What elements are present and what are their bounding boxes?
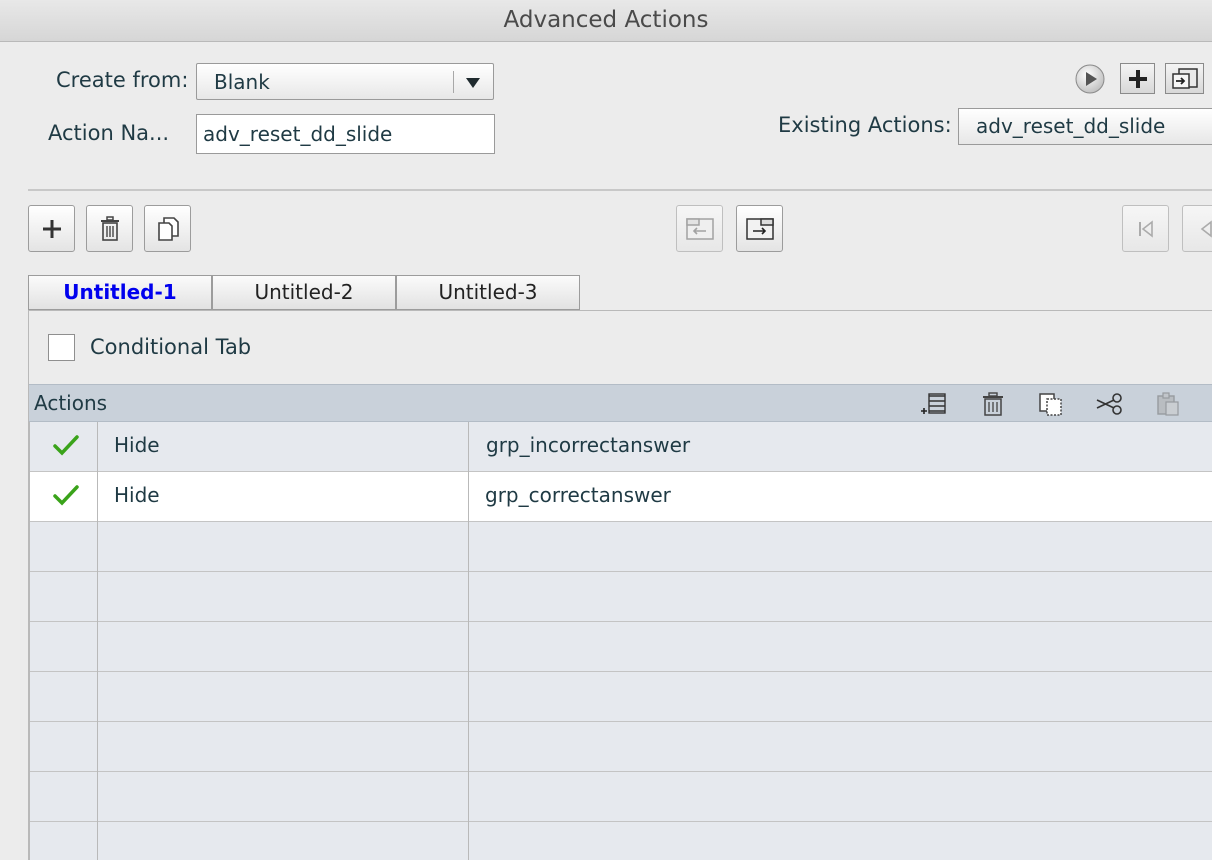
tab-untitled-1[interactable]: Untitled-1 bbox=[28, 275, 212, 310]
skip-first-icon bbox=[1138, 219, 1153, 238]
checkmark-icon bbox=[53, 435, 79, 456]
previous-tab-button[interactable] bbox=[1182, 205, 1212, 252]
delete-tab-button[interactable] bbox=[86, 205, 133, 252]
preview-button[interactable] bbox=[1074, 63, 1106, 95]
scissors-icon[interactable] bbox=[1095, 390, 1123, 418]
copy-icon[interactable] bbox=[1037, 390, 1065, 418]
existing-actions-dropdown[interactable]: adv_reset_dd_slide bbox=[958, 108, 1212, 145]
duplicate-icon bbox=[157, 216, 179, 241]
chevron-down-icon bbox=[466, 78, 480, 88]
conditional-tab-label: Conditional Tab bbox=[90, 335, 252, 359]
duplicate-tab-button[interactable] bbox=[144, 205, 191, 252]
actions-header-title: Actions bbox=[34, 391, 108, 415]
move-tab-left-button[interactable] bbox=[676, 205, 723, 252]
tab-untitled-2[interactable]: Untitled-2 bbox=[212, 275, 396, 310]
section-divider bbox=[28, 189, 1212, 191]
plus-icon bbox=[42, 219, 61, 238]
move-right-icon bbox=[745, 217, 774, 240]
target-cell: grp_correctanswer bbox=[485, 483, 671, 507]
first-tab-button[interactable] bbox=[1122, 205, 1169, 252]
import-icon bbox=[1171, 67, 1198, 89]
actions-header: Actions bbox=[29, 384, 1212, 422]
empty-row[interactable] bbox=[29, 722, 1212, 772]
paste-icon[interactable] bbox=[1153, 390, 1181, 418]
conditional-tab-checkbox[interactable] bbox=[48, 334, 75, 361]
window-title: Advanced Actions bbox=[0, 0, 1212, 42]
grid-column-divider bbox=[97, 422, 98, 860]
checkmark-icon bbox=[53, 485, 79, 506]
action-cell: Hide bbox=[114, 433, 160, 457]
table-row[interactable]: Hide grp_correctanswer bbox=[29, 472, 1212, 522]
empty-row[interactable] bbox=[29, 572, 1212, 622]
chevron-left-icon bbox=[1200, 219, 1212, 238]
empty-row[interactable] bbox=[29, 772, 1212, 822]
empty-row[interactable] bbox=[29, 822, 1212, 860]
action-name-label: Action Na... bbox=[48, 121, 170, 145]
dropdown-separator bbox=[453, 71, 454, 93]
add-tab-button[interactable] bbox=[28, 205, 75, 252]
existing-actions-value: adv_reset_dd_slide bbox=[976, 114, 1166, 138]
insert-row-icon[interactable] bbox=[919, 390, 947, 418]
grid-column-divider bbox=[468, 422, 469, 860]
actions-grid: Hide grp_incorrectanswer Hide grp_correc… bbox=[29, 422, 1212, 860]
empty-row[interactable] bbox=[29, 672, 1212, 722]
plus-icon bbox=[1128, 69, 1147, 88]
play-icon bbox=[1075, 64, 1105, 94]
create-from-dropdown[interactable]: Blank bbox=[196, 63, 494, 100]
target-cell: grp_incorrectanswer bbox=[486, 433, 691, 457]
move-left-icon bbox=[685, 217, 714, 240]
add-action-button[interactable] bbox=[1120, 63, 1155, 94]
create-from-value: Blank bbox=[214, 70, 270, 94]
create-from-label: Create from: bbox=[56, 68, 189, 92]
tab-untitled-3[interactable]: Untitled-3 bbox=[396, 275, 580, 310]
empty-row[interactable] bbox=[29, 522, 1212, 572]
trash-icon bbox=[100, 215, 119, 241]
move-tab-right-button[interactable] bbox=[736, 205, 783, 252]
existing-actions-label: Existing Actions: bbox=[778, 113, 952, 137]
action-cell: Hide bbox=[114, 483, 160, 507]
trash-icon[interactable] bbox=[979, 390, 1007, 418]
action-name-field-wrapper bbox=[196, 114, 495, 154]
import-action-button[interactable] bbox=[1165, 63, 1204, 94]
grid-border-left bbox=[29, 422, 30, 860]
empty-row[interactable] bbox=[29, 622, 1212, 672]
table-row[interactable]: Hide grp_incorrectanswer bbox=[29, 422, 1212, 472]
action-name-input[interactable] bbox=[197, 115, 494, 153]
